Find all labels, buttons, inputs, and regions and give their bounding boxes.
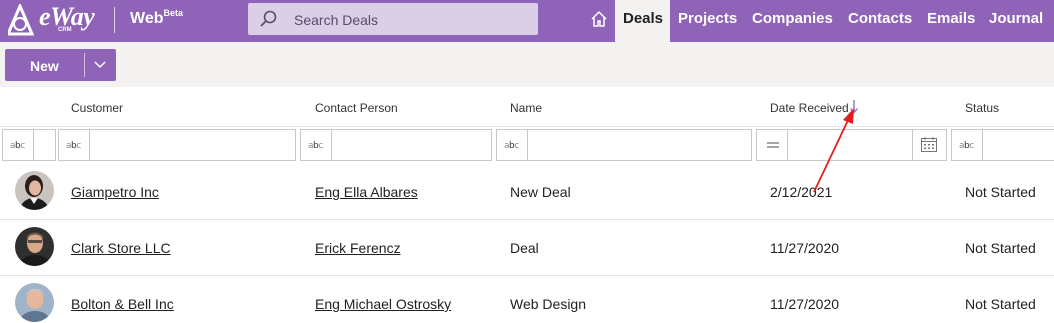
column-header-status[interactable]: Status bbox=[965, 101, 999, 115]
avatar bbox=[15, 227, 54, 266]
column-header-contact-person[interactable]: Contact Person bbox=[315, 101, 398, 115]
beta-badge: Beta bbox=[163, 8, 183, 18]
search-input[interactable] bbox=[248, 3, 538, 35]
text-filter-icon: abc bbox=[10, 141, 25, 151]
nav-tab-journal[interactable]: Journal bbox=[989, 0, 1043, 42]
product-name: WebBeta bbox=[130, 8, 183, 28]
nav-tab-emails[interactable]: Emails bbox=[927, 0, 975, 42]
row-divider bbox=[0, 275, 1054, 276]
product-label: Web bbox=[130, 10, 164, 27]
text-filter-icon[interactable]: abc bbox=[959, 141, 974, 151]
customer-link[interactable]: Bolton & Bell Inc bbox=[71, 296, 174, 312]
contact-person-link[interactable]: Eng Michael Ostrosky bbox=[315, 296, 451, 312]
deal-status: Not Started bbox=[965, 184, 1036, 200]
search-placeholder: Search Deals bbox=[294, 12, 379, 28]
text-filter-icon[interactable]: abc bbox=[308, 141, 323, 151]
filter-date-separator bbox=[912, 129, 913, 161]
deal-status: Not Started bbox=[965, 240, 1036, 256]
text-filter-icon[interactable]: abc bbox=[66, 141, 81, 151]
date-received: 11/27/2020 bbox=[770, 240, 840, 256]
text-filter-icon[interactable]: abc bbox=[504, 141, 519, 151]
customer-link[interactable]: Giampetro Inc bbox=[71, 184, 159, 200]
nav-tab-companies[interactable]: Companies bbox=[752, 0, 833, 42]
avatar bbox=[15, 283, 54, 322]
calendar-icon[interactable] bbox=[920, 136, 938, 153]
equals-operator-icon[interactable] bbox=[765, 138, 781, 152]
nav-tab-deals[interactable]: Deals bbox=[615, 0, 670, 42]
nav-tab-contacts[interactable]: Contacts bbox=[848, 0, 912, 42]
deal-name: New Deal bbox=[510, 184, 571, 200]
contact-person-link[interactable]: Erick Ferencz bbox=[315, 240, 401, 256]
row-divider bbox=[0, 219, 1054, 220]
column-header-customer[interactable]: Customer bbox=[71, 101, 123, 115]
logo-subtext: CRM bbox=[58, 27, 72, 33]
nav-tab-projects[interactable]: Projects bbox=[678, 0, 737, 42]
header-divider-line bbox=[0, 126, 1054, 127]
annotation-arrow bbox=[813, 108, 854, 193]
date-received: 11/27/2020 bbox=[770, 296, 840, 312]
toolbar bbox=[0, 42, 1054, 87]
filter-customer-input[interactable] bbox=[58, 129, 296, 161]
new-button-separator bbox=[84, 53, 85, 77]
search-icon bbox=[260, 10, 277, 27]
deal-name: Deal bbox=[510, 240, 539, 256]
customer-link[interactable]: Clark Store LLC bbox=[71, 240, 171, 256]
deal-name: Web Design bbox=[510, 296, 587, 312]
filter-name-input[interactable] bbox=[496, 129, 752, 161]
header-divider bbox=[114, 7, 115, 33]
contact-person-link[interactable]: Eng Ella Albares bbox=[315, 184, 418, 200]
new-button-label: New bbox=[30, 58, 59, 74]
avatar bbox=[15, 171, 54, 210]
home-icon[interactable] bbox=[589, 9, 609, 29]
deal-status: Not Started bbox=[965, 296, 1036, 312]
column-header-name[interactable]: Name bbox=[510, 101, 542, 115]
chevron-down-icon[interactable] bbox=[93, 58, 107, 72]
